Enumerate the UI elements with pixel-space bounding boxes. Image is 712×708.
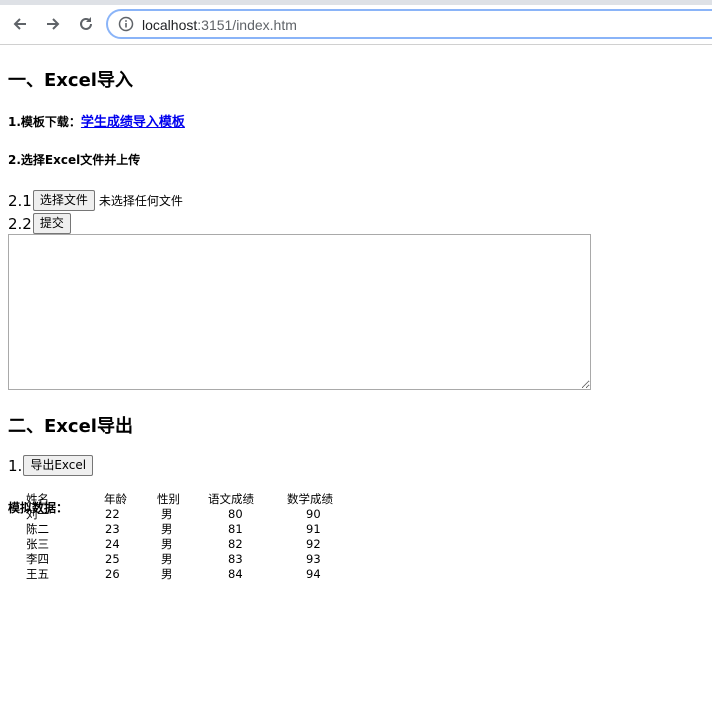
- export-row: 1. 导出Excel: [8, 455, 94, 476]
- cell-name: 王五: [26, 567, 49, 581]
- cell-age: 25: [105, 552, 120, 566]
- step-2-1-label: 2.1: [8, 191, 32, 210]
- cell-math-score: 92: [306, 537, 321, 551]
- upload-heading: 2.选择Excel文件并上传: [8, 153, 141, 167]
- column-header: 姓名: [26, 492, 49, 506]
- reload-icon[interactable]: [74, 12, 98, 36]
- cell-gender: 男: [161, 552, 173, 566]
- cell-chinese-score: 83: [228, 552, 243, 566]
- address-bar[interactable]: localhost:3151/index.htm: [107, 10, 712, 38]
- cell-chinese-score: 81: [228, 522, 243, 536]
- template-download-label: 1.模板下载：: [8, 115, 81, 129]
- template-download-heading: 1.模板下载：学生成绩导入模板: [8, 111, 185, 130]
- cell-chinese-score: 84: [228, 567, 243, 581]
- url-host: localhost: [142, 17, 198, 33]
- cell-chinese-score: 82: [228, 537, 243, 551]
- cell-math-score: 90: [306, 507, 321, 521]
- cell-name: 李四: [26, 552, 49, 566]
- cell-age: 22: [105, 507, 120, 521]
- cell-math-score: 94: [306, 567, 321, 581]
- import-section-title: 一、Excel导入: [8, 70, 133, 91]
- column-header: 语文成绩: [208, 492, 254, 506]
- forward-arrow-icon[interactable]: [41, 12, 65, 36]
- url-text[interactable]: localhost:3151/index.htm: [142, 16, 297, 34]
- file-status-text: 未选择任何文件: [98, 193, 183, 208]
- cell-gender: 男: [161, 537, 173, 551]
- cell-chinese-score: 80: [228, 507, 243, 521]
- browser-toolbar: localhost:3151/index.htm: [0, 0, 712, 45]
- cell-age: 24: [105, 537, 120, 551]
- submit-button[interactable]: 提交: [32, 213, 71, 234]
- cell-name: 陈二: [26, 522, 49, 536]
- export-section-title: 二、Excel导出: [8, 416, 133, 437]
- export-step-label: 1.: [8, 456, 23, 475]
- cell-gender: 男: [161, 522, 173, 536]
- back-arrow-icon[interactable]: [8, 12, 32, 36]
- info-icon[interactable]: [118, 16, 134, 32]
- column-header: 性别: [157, 492, 180, 506]
- export-excel-button[interactable]: 导出Excel: [23, 455, 94, 476]
- choose-file-button[interactable]: 选择文件: [32, 190, 95, 211]
- column-header: 年龄: [104, 492, 127, 506]
- cell-age: 23: [105, 522, 120, 536]
- cell-gender: 男: [161, 507, 173, 521]
- cell-math-score: 91: [306, 522, 321, 536]
- step-2-2-label: 2.2: [8, 214, 32, 233]
- cell-name: 刘一: [26, 507, 49, 521]
- cell-age: 26: [105, 567, 120, 581]
- url-path: :3151/index.htm: [197, 17, 297, 33]
- submit-row: 2.2 提交: [8, 213, 71, 234]
- tab-strip-edge: [0, 0, 712, 5]
- cell-gender: 男: [161, 567, 173, 581]
- choose-file-row: 2.1 选择文件 未选择任何文件: [8, 190, 183, 211]
- column-header: 数学成绩: [287, 492, 333, 506]
- result-textarea[interactable]: [8, 234, 591, 390]
- cell-name: 张三: [26, 537, 49, 551]
- cell-math-score: 93: [306, 552, 321, 566]
- template-download-link[interactable]: 学生成绩导入模板: [81, 115, 185, 130]
